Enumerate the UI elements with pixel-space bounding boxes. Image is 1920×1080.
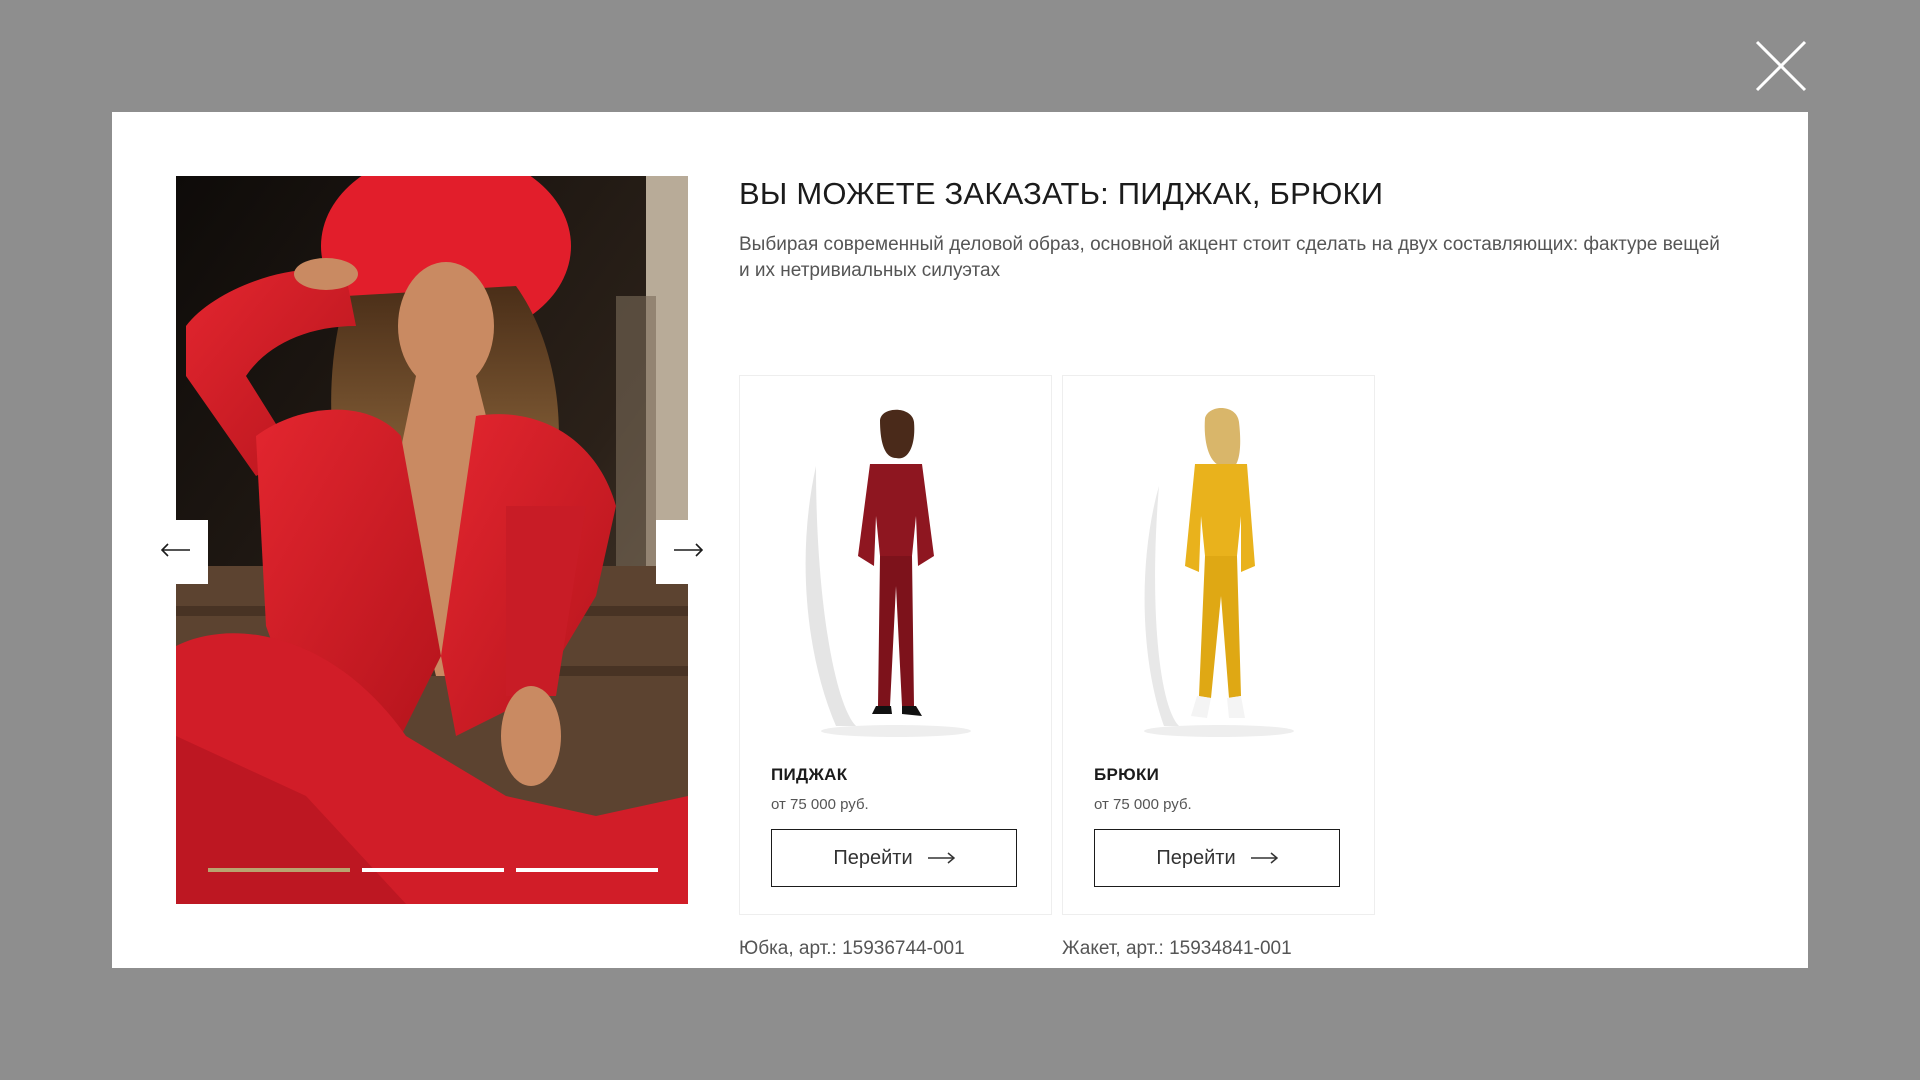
- product-price: от 75 000 руб.: [771, 796, 869, 813]
- arrow-right-icon: [673, 542, 704, 562]
- gallery-dot-1[interactable]: [208, 868, 350, 872]
- product-price: от 75 000 руб.: [1094, 796, 1192, 813]
- product-image-jacket: [740, 376, 1051, 746]
- product-card[interactable]: ПИДЖАК от 75 000 руб. Перейти: [739, 375, 1052, 915]
- product-name: БРЮКИ: [1094, 765, 1160, 784]
- article-list: Юбка, арт.: 15936744-001 Жакет, арт.: 15…: [739, 938, 1385, 960]
- product-image-trousers: [1063, 376, 1374, 746]
- product-cards: ПИДЖАК от 75 000 руб. Перейти БРЮКИ от 7…: [739, 375, 1375, 915]
- gallery-prev-button[interactable]: [144, 520, 208, 584]
- gallery-dot-2[interactable]: [362, 868, 504, 872]
- product-go-button[interactable]: Перейти: [1094, 829, 1340, 887]
- image-gallery: [144, 176, 720, 904]
- product-go-label: Перейти: [833, 846, 913, 869]
- modal-title: ВЫ МОЖЕТЕ ЗАКАЗАТЬ: ПИДЖАК, БРЮКИ: [739, 176, 1384, 211]
- gallery-pagination: [208, 868, 658, 872]
- close-icon[interactable]: [1752, 37, 1810, 95]
- product-go-label: Перейти: [1156, 846, 1236, 869]
- product-go-button[interactable]: Перейти: [771, 829, 1017, 887]
- product-name: ПИДЖАК: [771, 765, 848, 784]
- arrow-right-icon: [927, 847, 955, 870]
- article-skirt: Юбка, арт.: 15936744-001: [739, 938, 965, 959]
- product-card[interactable]: БРЮКИ от 75 000 руб. Перейти: [1062, 375, 1375, 915]
- gallery-next-button[interactable]: [656, 520, 720, 584]
- article-jacket: Жакет, арт.: 15934841-001: [1062, 938, 1292, 959]
- product-modal: ВЫ МОЖЕТЕ ЗАКАЗАТЬ: ПИДЖАК, БРЮКИ Выбира…: [112, 112, 1808, 968]
- hero-photo: [176, 176, 688, 904]
- product-info: ВЫ МОЖЕТЕ ЗАКАЗАТЬ: ПИДЖАК, БРЮКИ Выбира…: [739, 176, 1749, 959]
- modal-description: Выбирая современный деловой образ, основ…: [739, 234, 1720, 281]
- arrow-right-icon: [1250, 847, 1278, 870]
- gallery-dot-3[interactable]: [516, 868, 658, 872]
- arrow-left-icon: [160, 542, 191, 562]
